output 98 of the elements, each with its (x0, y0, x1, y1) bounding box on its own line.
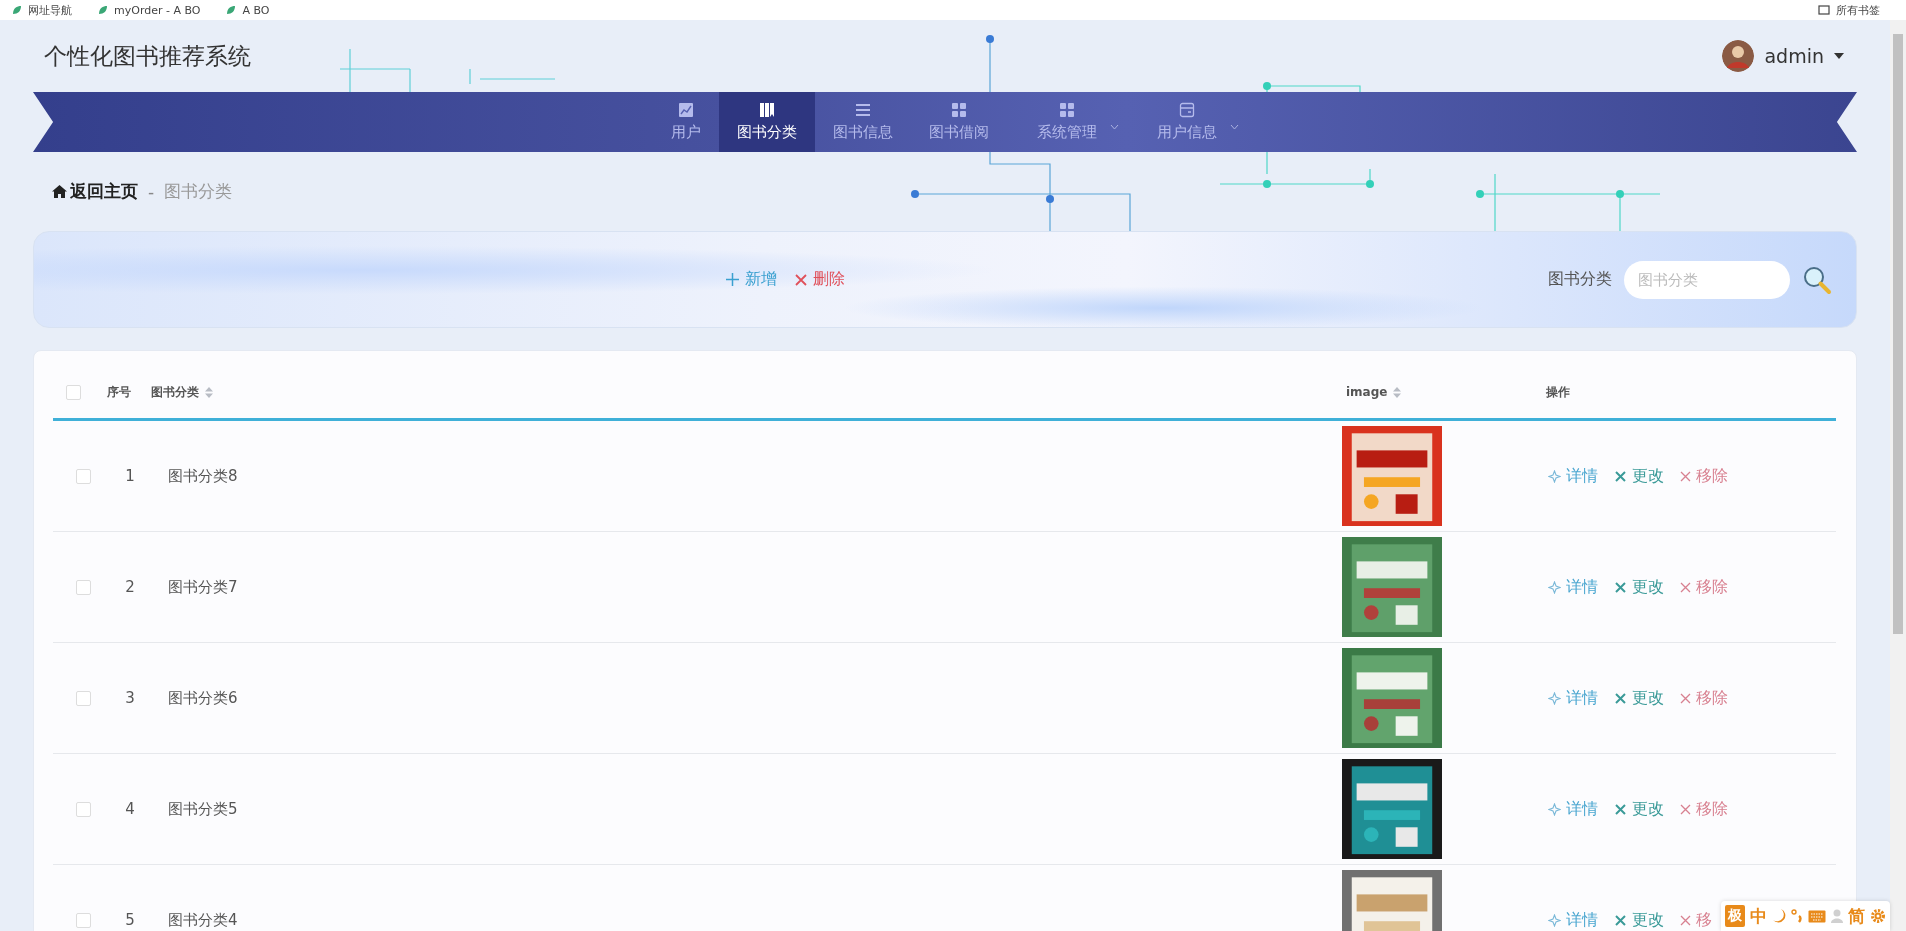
chevron-icon (1110, 124, 1119, 130)
remove-link[interactable]: 移除 (1678, 685, 1730, 711)
row-checkbox[interactable] (76, 579, 91, 595)
book-icon (759, 102, 775, 118)
row-checkbox[interactable] (76, 801, 91, 817)
sort-icon[interactable] (205, 386, 213, 398)
remove-link[interactable]: 移 (1678, 907, 1714, 931)
table-cell: 图书分类8 (168, 466, 238, 486)
home-link[interactable]: 返回主页 (52, 180, 138, 203)
bookmark[interactable]: myOrder - A BO (98, 3, 201, 17)
close-icon (1680, 692, 1691, 704)
nav-tab[interactable]: 系统管理 (1019, 92, 1115, 152)
bookmark[interactable]: 网址导航 (12, 2, 72, 18)
nav-tab[interactable]: 图书分类 (719, 92, 815, 152)
detail-link[interactable]: 详情 (1546, 907, 1600, 931)
table-cell: 1 (125, 467, 135, 485)
bookmark[interactable]: A BO (226, 3, 270, 17)
remove-link[interactable]: 移除 (1678, 796, 1730, 822)
scrollbar[interactable] (1890, 20, 1906, 931)
site-title: 个性化图书推荐系统 (44, 41, 251, 71)
table-cell: 图书分类7 (168, 577, 238, 597)
user-menu[interactable]: admin (1722, 40, 1844, 72)
tools-icon (1614, 691, 1627, 705)
all-bookmarks[interactable]: 所有书签 (1818, 2, 1880, 18)
close-icon (1680, 470, 1691, 482)
ime-badge[interactable]: 极 (1725, 905, 1745, 927)
table-cell: 3 (125, 689, 135, 707)
keyboard-icon[interactable] (1808, 909, 1826, 923)
moon-icon[interactable] (1772, 908, 1786, 924)
edit-link[interactable]: 更改 (1612, 463, 1666, 489)
user-icon[interactable] (1831, 909, 1843, 923)
plus-icon (726, 273, 739, 286)
gear-icon[interactable] (1870, 908, 1886, 924)
detail-link[interactable]: 详情 (1546, 796, 1600, 822)
close-icon (1680, 914, 1691, 926)
home-icon (52, 185, 67, 198)
chart-icon (678, 102, 694, 118)
card-icon (1179, 102, 1195, 118)
nav-tab[interactable]: 图书信息 (815, 92, 911, 152)
column-header: 序号 (107, 383, 131, 401)
search-label: 图书分类 (1548, 269, 1612, 290)
nav-tab[interactable]: 图书借阅 (911, 92, 1007, 152)
table-cell: 5 (125, 911, 135, 929)
column-header: image (1346, 385, 1388, 399)
add-button[interactable]: 新增 (724, 265, 779, 294)
table-cell: 图书分类6 (168, 688, 238, 708)
breadcrumb-separator: - (148, 181, 155, 202)
search-field[interactable]: 图书分类 (1624, 260, 1790, 299)
leaf-icon (226, 5, 237, 15)
avatar-icon (1722, 40, 1755, 72)
row-checkbox[interactable] (76, 912, 91, 928)
leaf-icon (12, 5, 22, 15)
delete-button[interactable]: 删除 (793, 265, 847, 294)
table-cell: 图书分类5 (168, 799, 238, 819)
sparkle-icon (1548, 691, 1561, 705)
grid-icon (1059, 102, 1075, 118)
detail-link[interactable]: 详情 (1546, 574, 1600, 600)
tools-icon (1614, 802, 1627, 816)
tools-icon (1614, 580, 1627, 594)
column-header: 图书分类 (151, 383, 199, 401)
ime-mode[interactable]: 中 (1750, 904, 1767, 928)
row-checkbox[interactable] (76, 690, 91, 706)
sparkle-icon (1548, 469, 1561, 483)
nav-tab[interactable]: 用户信息 (1139, 92, 1235, 152)
column-header: 操作 (1546, 383, 1570, 401)
list-icon (855, 102, 871, 118)
sparkle-icon (1548, 580, 1561, 594)
caret-icon (1834, 52, 1844, 60)
detail-link[interactable]: 详情 (1546, 685, 1600, 711)
edit-link[interactable]: 更改 (1612, 574, 1666, 600)
close-icon (1680, 581, 1691, 593)
tools-icon (1614, 913, 1627, 927)
table-cell: 4 (125, 800, 135, 818)
leaf-icon (98, 5, 108, 15)
tools-icon (1614, 469, 1627, 483)
ime-script[interactable]: 简 (1848, 904, 1865, 928)
edit-link[interactable]: 更改 (1612, 907, 1666, 931)
close-icon (1680, 803, 1691, 815)
table-cell: 2 (125, 578, 135, 596)
grid-icon (951, 102, 967, 118)
remove-link[interactable]: 移除 (1678, 574, 1730, 600)
row-checkbox[interactable] (76, 468, 91, 484)
remove-link[interactable]: 移除 (1678, 463, 1730, 489)
sparkle-icon (1548, 913, 1561, 927)
edit-link[interactable]: 更改 (1612, 685, 1666, 711)
punctuation-icon[interactable] (1791, 909, 1803, 923)
detail-link[interactable]: 详情 (1546, 463, 1600, 489)
folder-icon (1818, 5, 1830, 15)
sparkle-icon (1548, 802, 1561, 816)
breadcrumb-current: 图书分类 (164, 180, 233, 203)
close-icon (795, 273, 807, 286)
search-icon[interactable] (1802, 264, 1832, 295)
nav-tab[interactable]: 用户 (653, 92, 719, 152)
table-cell: 图书分类4 (168, 910, 238, 930)
select-all-checkbox[interactable] (65, 384, 81, 400)
edit-link[interactable]: 更改 (1612, 796, 1666, 822)
chevron-icon (1230, 124, 1239, 130)
sort-icon[interactable] (1393, 386, 1402, 398)
